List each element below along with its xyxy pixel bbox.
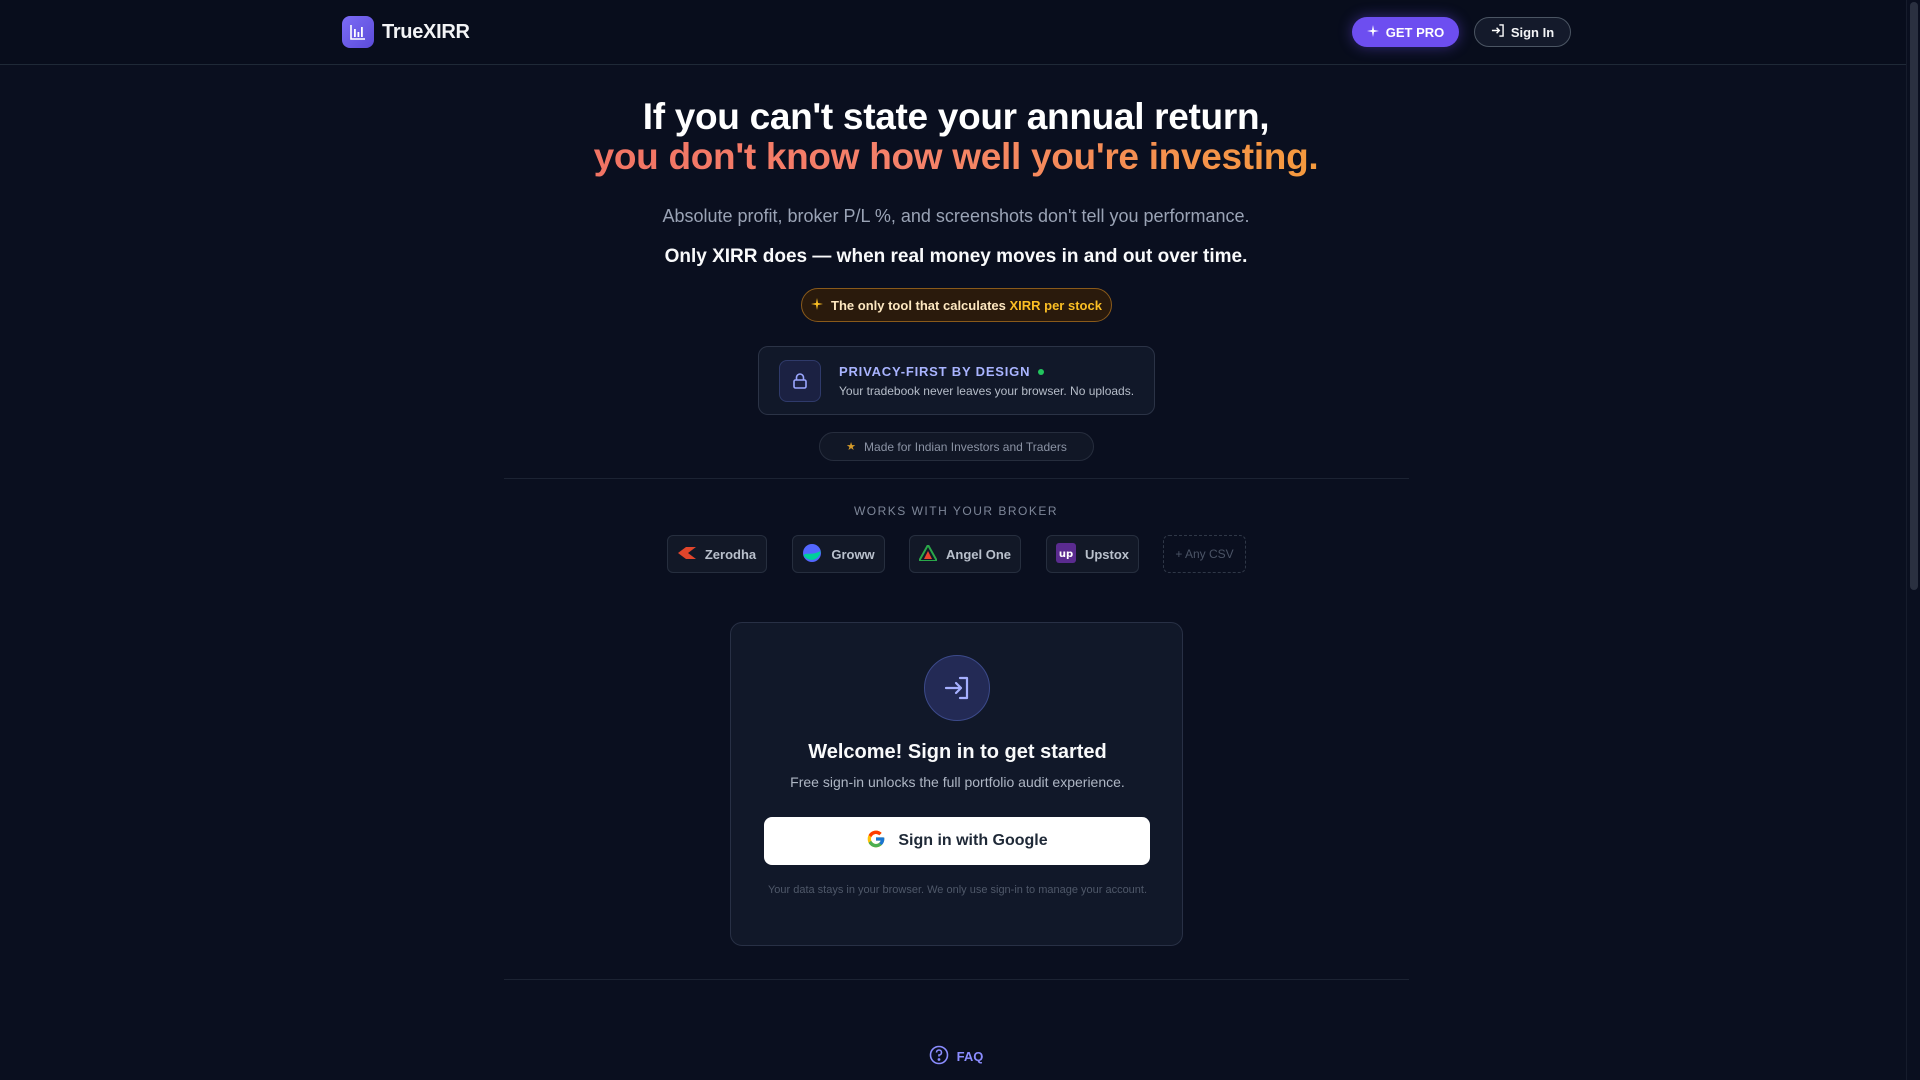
get-pro-label: GET PRO	[1385, 24, 1445, 40]
hero-title-highlight: you don't know how well you're investing…	[0, 136, 1912, 178]
sign-in-subtitle: Free sign-in unlocks the full portfolio …	[790, 774, 1125, 790]
lock-icon	[779, 360, 821, 402]
google-sign-in-button[interactable]: Sign in with Google	[764, 817, 1150, 865]
badge-prefix: The only tool that calculates	[831, 297, 1010, 313]
bar-chart-icon	[342, 16, 374, 48]
help-circle-icon	[929, 1045, 949, 1068]
divider	[504, 478, 1409, 479]
sign-in-label: Sign In	[1510, 24, 1555, 40]
brokers-label: WORKS WITH YOUR BROKER	[853, 504, 1059, 518]
hero-subtitle-bold: Only XIRR does — when real money moves i…	[664, 246, 1248, 267]
scrollbar-thumb[interactable]	[1910, 2, 1918, 590]
groww-logo-icon	[802, 543, 822, 566]
google-button-label: Sign in with Google	[898, 832, 1048, 849]
sign-in-icon	[1491, 24, 1504, 40]
broker-any-csv[interactable]: + Any CSV	[1163, 535, 1246, 573]
zerodha-logo-icon	[677, 546, 696, 562]
broker-label: Angel One	[945, 546, 1011, 562]
sign-in-icon	[924, 655, 990, 721]
privacy-card: PRIVACY-FIRST BY DESIGN Your tradebook n…	[758, 346, 1155, 415]
get-pro-button[interactable]: GET PRO	[1352, 17, 1459, 47]
upstox-logo-icon: up	[1055, 542, 1076, 566]
broker-label: Upstox	[1084, 546, 1130, 562]
hero-title-highlight-text: you don't know how well you're investing…	[593, 136, 1319, 177]
sparkle-icon	[1366, 24, 1379, 40]
made-for-text: Made for Indian Investors and Traders	[864, 439, 1067, 454]
broker-groww[interactable]: Groww	[792, 535, 885, 573]
privacy-description: Your tradebook never leaves your browser…	[839, 384, 1135, 398]
brand-name: TrueXIRR	[382, 20, 470, 43]
sparkle-icon	[811, 297, 824, 313]
privacy-title-text: PRIVACY-FIRST BY DESIGN	[839, 364, 1031, 379]
hero-title: If you can't state your annual return,	[642, 96, 1270, 137]
sign-in-title: Welcome! Sign in to get started	[808, 741, 1107, 763]
angel-one-logo-icon	[917, 542, 939, 564]
top-header: TrueXIRR GET PRO Sign In	[0, 0, 1906, 65]
broker-label: Zerodha	[704, 546, 757, 562]
google-icon	[866, 829, 886, 854]
faq-label: FAQ	[956, 1049, 984, 1064]
svg-text:up: up	[1059, 549, 1073, 560]
broker-label: + Any CSV	[1175, 547, 1234, 561]
broker-upstox[interactable]: up Upstox	[1046, 535, 1139, 573]
faq-link[interactable]: FAQ	[0, 1045, 1912, 1068]
xirr-feature-badge: The only tool that calculates XIRR per s…	[801, 288, 1112, 322]
hero-subtitle: Absolute profit, broker P/L %, and scree…	[662, 206, 1250, 226]
star-icon: ★	[846, 441, 857, 453]
made-for-badge: ★ Made for Indian Investors and Traders	[819, 432, 1094, 461]
sign-in-note: Your data stays in your browser. We only…	[767, 884, 1148, 896]
broker-label: Groww	[831, 546, 875, 562]
privacy-title: PRIVACY-FIRST BY DESIGN	[839, 364, 1045, 379]
sign-in-card: Welcome! Sign in to get started Free sig…	[730, 622, 1183, 946]
badge-text: The only tool that calculates XIRR per s…	[831, 298, 1102, 313]
status-dot	[1038, 368, 1045, 375]
badge-highlight: XIRR per stock	[1009, 297, 1102, 313]
broker-angel-one[interactable]: Angel One	[909, 535, 1021, 573]
header-sign-in-button[interactable]: Sign In	[1474, 17, 1571, 47]
broker-zerodha[interactable]: Zerodha	[667, 535, 767, 573]
brand[interactable]: TrueXIRR	[342, 16, 470, 48]
divider	[504, 979, 1409, 980]
